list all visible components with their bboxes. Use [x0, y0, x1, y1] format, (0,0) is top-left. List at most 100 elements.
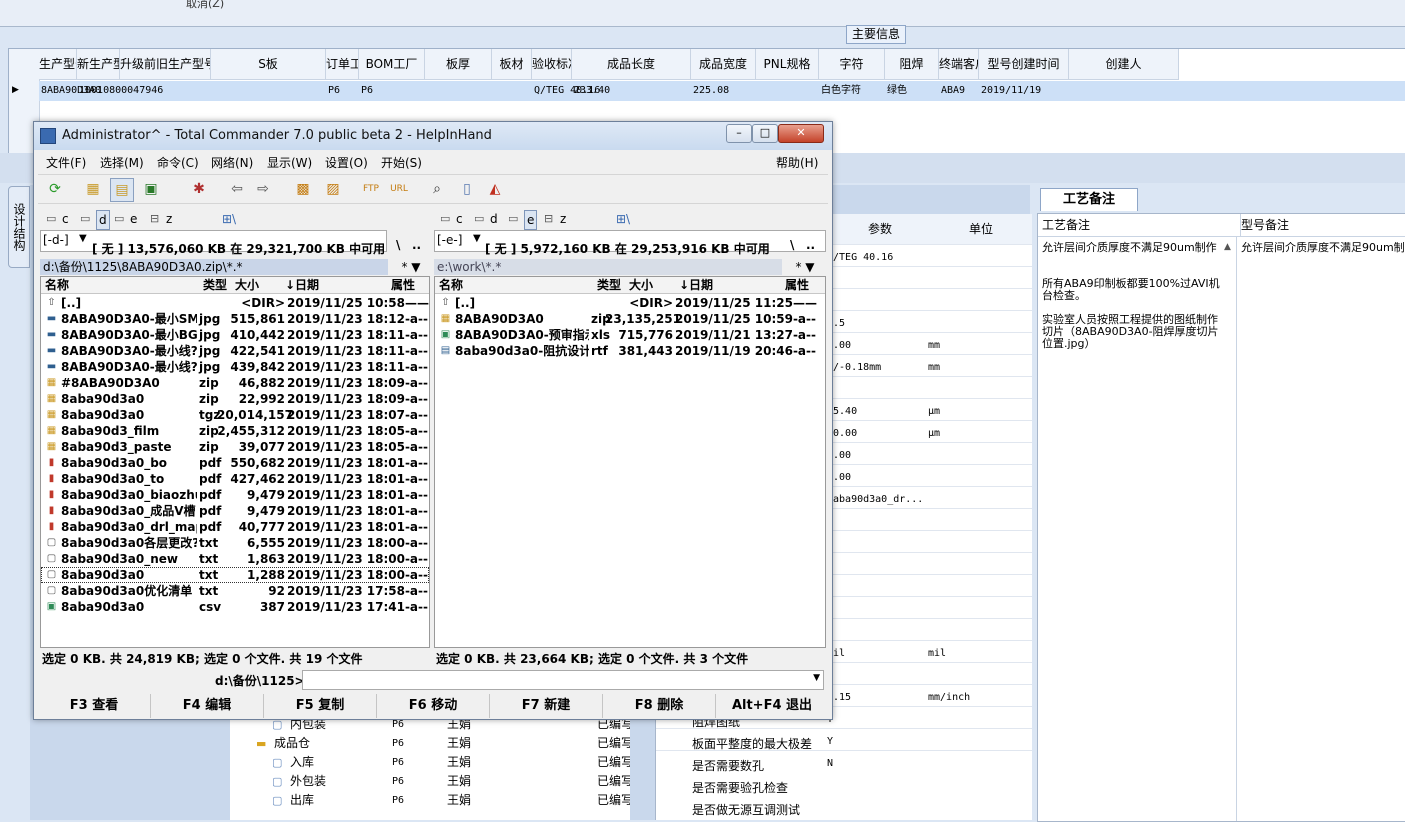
drive-d-button[interactable]: d	[96, 210, 110, 230]
menu-net[interactable]: 网络(N)	[211, 154, 253, 171]
file-row[interactable]: ▮ 8aba90d3a0_biaozhu pdf 9,479 2019/11/23 18…	[41, 487, 429, 503]
file-name[interactable]: 8aba90d3a0	[61, 407, 197, 423]
grid-cell-7[interactable]	[494, 81, 530, 101]
file-name[interactable]: 8aba90d3a0_drl_map	[61, 519, 197, 535]
menu-file[interactable]: 文件(F)	[46, 154, 86, 171]
grid-header-6[interactable]: 板厚	[425, 49, 492, 80]
col-type[interactable]: 类型	[203, 277, 227, 293]
file-row[interactable]: ▢ 8aba90d3a0_new txt 1,863 2019/11/23 18:00-…	[41, 551, 429, 567]
file-row[interactable]: ▤ 8aba90d3a0-阻抗设计.. rtf 381,443 2019/11/19 2…	[435, 343, 825, 359]
grid-header-13[interactable]: 阻焊	[885, 49, 939, 80]
drive-e-button[interactable]: e	[130, 210, 137, 228]
maximize-button[interactable]: □	[752, 124, 778, 143]
f3-view-button[interactable]: F3 查看	[38, 694, 151, 718]
param-value[interactable]: N	[827, 758, 927, 769]
f7-new-folder-button[interactable]: F7 新建	[490, 694, 603, 718]
title-bar[interactable]: Administrator^ - Total Commander 7.0 pub…	[34, 122, 832, 150]
file-name[interactable]: 8aba90d3a0_new	[61, 551, 197, 567]
file-row[interactable]: ▢ 8aba90d3a0 txt 1,288 2019/11/23 18:00-a--	[41, 567, 429, 583]
back-icon[interactable]: ⇦	[226, 178, 248, 200]
grid-cell-2[interactable]	[122, 81, 209, 101]
file-name[interactable]: 8ABA90D3A0-最小线?..	[61, 343, 197, 359]
param-value[interactable]: 0.00	[827, 472, 927, 483]
file-name[interactable]: [..]	[61, 295, 197, 311]
param-value[interactable]: 0.15	[827, 692, 927, 703]
alt-f4-exit-button[interactable]: Alt+F4 退出	[716, 694, 828, 718]
file-name[interactable]: 8ABA90D3A0-最小BGA	[61, 327, 197, 343]
close-button[interactable]: ✕	[778, 124, 824, 143]
file-name[interactable]: 8aba90d3a0_biaozhu	[61, 487, 197, 503]
grid-header-3[interactable]: S板	[211, 49, 326, 80]
col-size[interactable]: 大小	[629, 277, 653, 293]
grid-header-14[interactable]: 终端客户代码	[939, 49, 979, 80]
grid-cell-4[interactable]: P6	[328, 81, 357, 101]
grid-cell-10[interactable]: 225.08	[693, 81, 754, 101]
file-name[interactable]: 8aba90d3a0	[61, 567, 197, 583]
grid-cell-11[interactable]	[758, 81, 817, 101]
file-row[interactable]: ▮ 8aba90d3a0_bo pdf 550,682 2019/11/23 18:01…	[41, 455, 429, 471]
menu-select[interactable]: 选择(M)	[100, 154, 144, 171]
col-type[interactable]: 类型	[597, 277, 621, 293]
right-path[interactable]: e:\work\*.*	[434, 259, 782, 275]
forward-icon[interactable]: ⇨	[252, 178, 274, 200]
right-up-button[interactable]: ..	[806, 238, 815, 252]
grid-cell-3[interactable]	[213, 81, 324, 101]
grid-header-4[interactable]: 订单工厂	[326, 49, 359, 80]
file-name[interactable]: #8ABA90D3A0	[61, 375, 197, 391]
file-row[interactable]: ▦ #8ABA90D3A0 zip 46,882 2019/11/23 18:09-a-…	[41, 375, 429, 391]
file-name[interactable]: 8aba90d3a0_bo	[61, 455, 197, 471]
network-icon[interactable]: ⊞\	[616, 210, 630, 228]
file-row[interactable]: ▦ 8ABA90D3A0 zip 23,135,251 2019/11/25 10:59…	[435, 311, 825, 327]
tree-item-label[interactable]: 成品仓	[274, 734, 310, 753]
param-value[interactable]: +/-0.18mm	[827, 362, 927, 373]
drive-d-button[interactable]: d	[490, 210, 498, 228]
param-value[interactable]: Y	[827, 670, 927, 681]
grid-header-2[interactable]: 升级前旧生产型号	[120, 49, 211, 80]
file-row[interactable]: ⇧ [..] <DIR> 2019/11/25 11:25——	[435, 295, 825, 311]
dropdown-arrow-icon[interactable]: ▼	[79, 233, 87, 244]
file-row[interactable]: ▦ 8aba90d3a0 zip 22,992 2019/11/23 18:09-a--	[41, 391, 429, 407]
f4-edit-button[interactable]: F4 编辑	[151, 694, 264, 718]
file-name[interactable]: 8aba90d3a0-阻抗设计..	[455, 343, 589, 359]
col-size[interactable]: 大小	[235, 277, 259, 293]
right-file-list[interactable]: 名称 类型 大小 ↓日期 属性 ⇧ [..] <DIR> 2019/11/25 11:…	[434, 276, 826, 648]
full-view-icon[interactable]: ▤	[110, 178, 134, 202]
brief-view-icon[interactable]: ▦	[82, 178, 104, 200]
param-value[interactable]: Y	[827, 582, 927, 593]
grid-header-9[interactable]: 成品长度	[572, 49, 691, 80]
file-name[interactable]: 8ABA90D3A0-最小线?..	[61, 359, 197, 375]
right-history-button[interactable]: * ▼	[782, 259, 825, 275]
dropdown-arrow-icon[interactable]: ▼	[473, 233, 481, 244]
file-row[interactable]: ▮ 8aba90d3a0_drl_map pdf 40,777 2019/11/23 1…	[41, 519, 429, 535]
right-root-button[interactable]: \	[790, 238, 794, 252]
file-row[interactable]: ▣ 8aba90d3a0 csv 387 2019/11/23 17:41-a--	[41, 599, 429, 615]
file-name[interactable]: 8aba90d3a0	[61, 391, 197, 407]
file-row[interactable]: ▬ 8ABA90D3A0-最小线?.. jpg 422,541 2019/11/23 1…	[41, 343, 429, 359]
left-drive-select[interactable]: [-d-]	[43, 233, 69, 247]
grid-cell-14[interactable]: ABA9	[941, 81, 977, 101]
url-connect-icon[interactable]: URL	[388, 178, 410, 200]
tree-item-label[interactable]: 出库	[290, 791, 314, 810]
unpack-icon[interactable]: ▨	[322, 178, 344, 200]
param-value[interactable]: Q/TEG 40.16	[827, 252, 927, 263]
cancel-label[interactable]: 取消(Z)	[186, 0, 224, 11]
drive-z-button[interactable]: z	[560, 210, 566, 228]
grid-cell-15[interactable]: 2019/11/19	[981, 81, 1067, 101]
invert-selection-icon[interactable]: ✱	[188, 178, 210, 200]
grid-header-7[interactable]: 板材	[492, 49, 532, 80]
thumbnail-view-icon[interactable]: ▣	[140, 178, 162, 200]
grid-header-8[interactable]: 验收标准	[532, 49, 572, 80]
param-value[interactable]: 8aba90d3a0_dr...	[827, 494, 927, 505]
file-name[interactable]: 8ABA90D3A0-最小SMD	[61, 311, 197, 327]
col-attr[interactable]: 属性	[391, 277, 415, 293]
scroll-up-icon[interactable]: ▲	[1224, 242, 1234, 252]
file-row[interactable]: ▬ 8ABA90D3A0-最小SMD jpg 515,861 2019/11/23 18…	[41, 311, 429, 327]
param-value[interactable]: 0.5	[827, 318, 927, 329]
f8-delete-button[interactable]: F8 删除	[603, 694, 716, 718]
left-path[interactable]: d:\备份\1125\8ABA90D3A0.zip\*.*	[40, 259, 388, 275]
file-name[interactable]: 8aba90d3_film	[61, 423, 197, 439]
grid-header-15[interactable]: 型号创建时间	[979, 49, 1069, 80]
param-value[interactable]: 2.00	[827, 340, 927, 351]
file-row[interactable]: ▢ 8aba90d3a0优化清单 txt 92 2019/11/23 17:58-a--	[41, 583, 429, 599]
file-name[interactable]: 8ABA90D3A0-预审指示..	[455, 327, 589, 343]
